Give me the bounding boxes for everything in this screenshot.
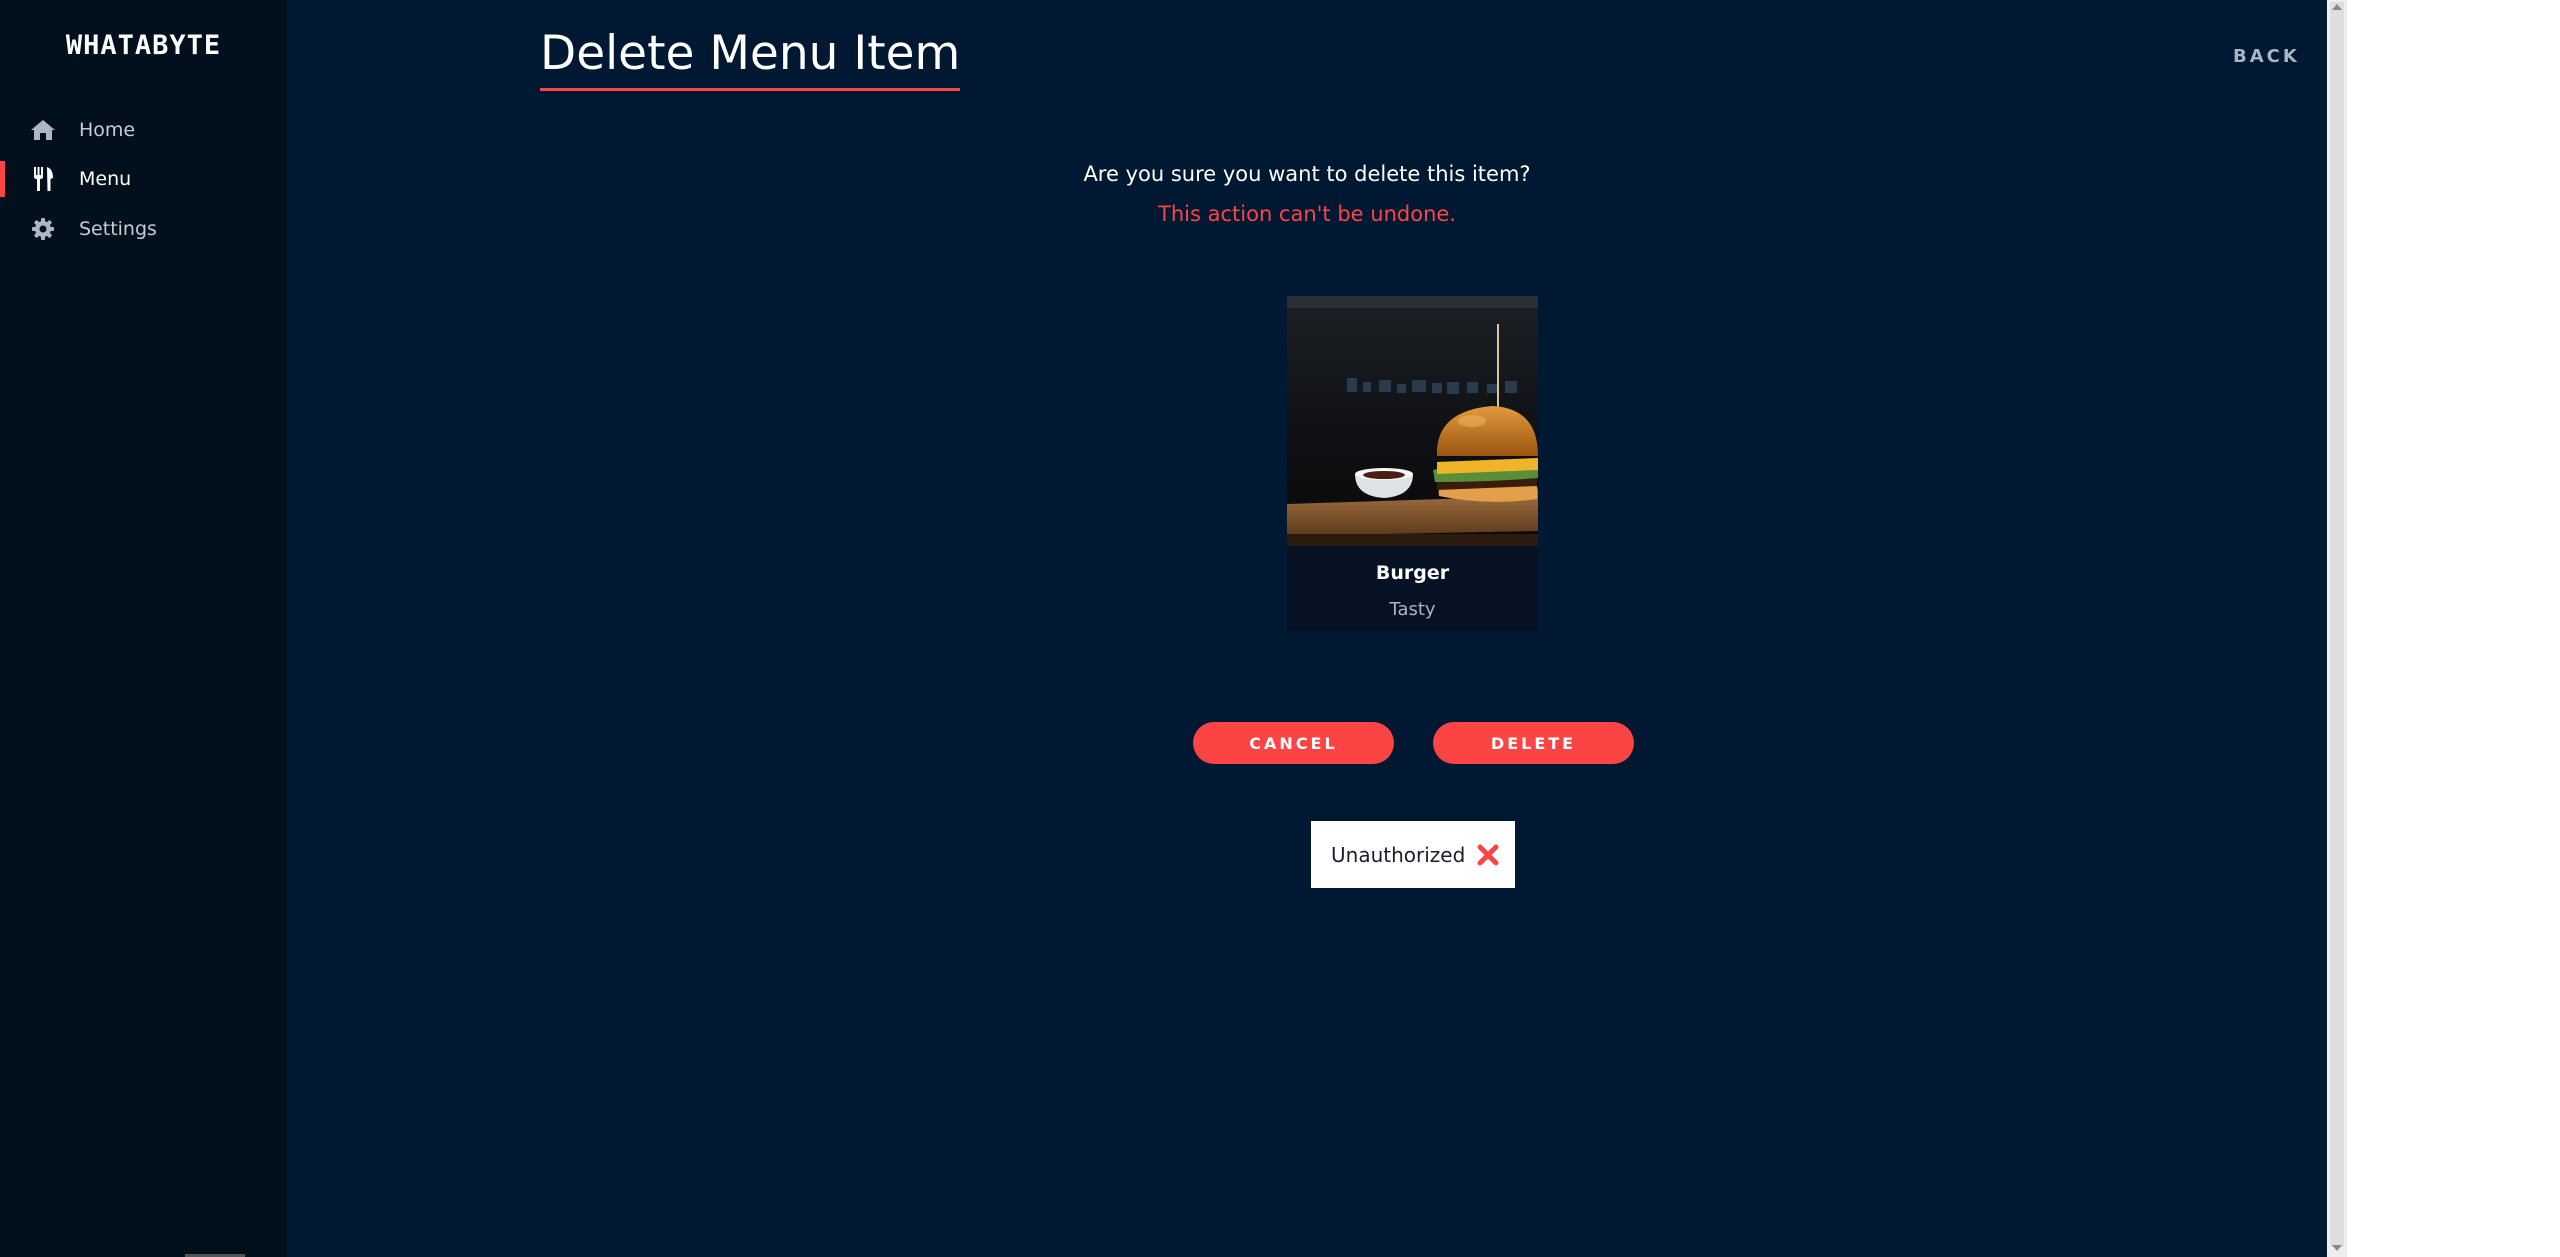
vertical-scrollbar[interactable] bbox=[2327, 0, 2347, 1257]
sidebar-item-label: Menu bbox=[79, 168, 132, 190]
sidebar: WHATABYTE Home Menu Settings bbox=[0, 0, 287, 1257]
scroll-down-arrow-icon[interactable] bbox=[2332, 1245, 2342, 1251]
brand-logo[interactable]: WHATABYTE bbox=[0, 30, 287, 61]
gear-icon bbox=[30, 216, 56, 242]
back-link[interactable]: BACK bbox=[2233, 46, 2300, 67]
cancel-button[interactable]: CANCEL bbox=[1193, 722, 1394, 764]
menu-item-name: Burger bbox=[1375, 562, 1450, 584]
sidebar-item-home[interactable]: Home bbox=[0, 108, 287, 152]
active-indicator bbox=[0, 161, 5, 197]
scrollbar-thumb[interactable] bbox=[2330, 2, 2344, 1247]
menu-item-description: Tasty bbox=[1389, 599, 1436, 620]
sidebar-item-label: Settings bbox=[79, 218, 157, 240]
main-content: Delete Menu Item BACK Are you sure you w… bbox=[287, 0, 2327, 1257]
close-icon[interactable] bbox=[1476, 843, 1500, 867]
scroll-up-arrow-icon[interactable] bbox=[2332, 4, 2342, 10]
home-icon bbox=[30, 117, 56, 143]
page-title: Delete Menu Item bbox=[540, 24, 961, 91]
sidebar-item-label: Home bbox=[79, 119, 136, 141]
sidebar-item-settings[interactable]: Settings bbox=[0, 207, 287, 251]
utensils-icon bbox=[30, 166, 56, 192]
confirm-warning: This action can't be undone. bbox=[1158, 202, 1456, 226]
toast-message: Unauthorized bbox=[1331, 842, 1466, 867]
burger-image bbox=[1287, 296, 1538, 546]
confirm-question: Are you sure you want to delete this ite… bbox=[1083, 162, 1531, 186]
error-toast: Unauthorized bbox=[1311, 821, 1515, 888]
delete-button[interactable]: DELETE bbox=[1433, 722, 1634, 764]
sidebar-item-menu[interactable]: Menu bbox=[0, 157, 287, 201]
